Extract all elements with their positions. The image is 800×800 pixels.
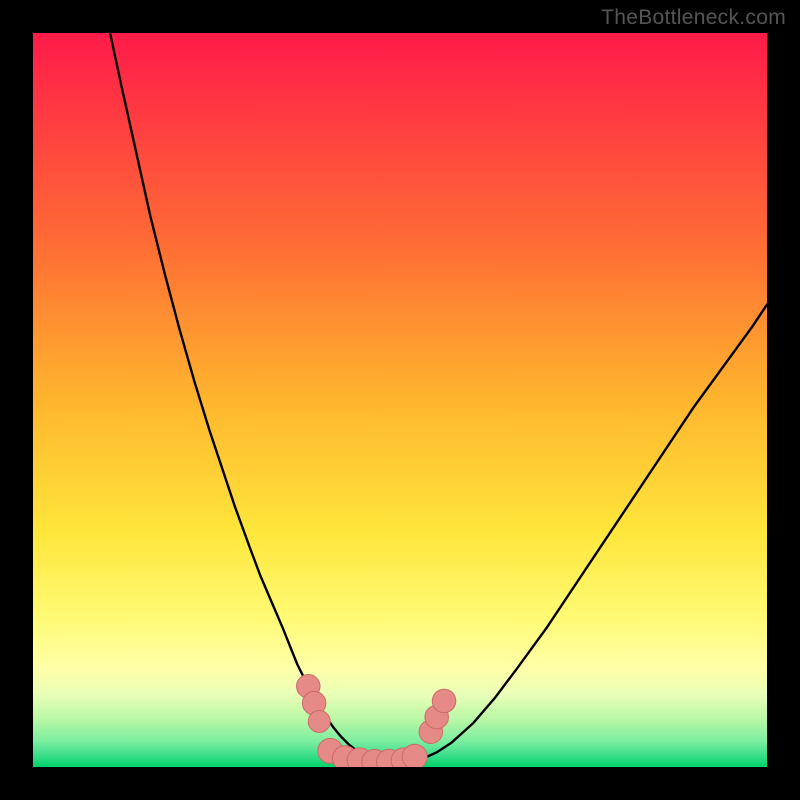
curve-marker (308, 710, 330, 732)
gradient-background (33, 33, 767, 767)
plot-area (33, 33, 767, 767)
bottleneck-chart (33, 33, 767, 767)
curve-marker (432, 689, 455, 712)
outer-frame: TheBottleneck.com (0, 0, 800, 800)
curve-marker (402, 744, 427, 767)
watermark-text: TheBottleneck.com (601, 6, 786, 30)
